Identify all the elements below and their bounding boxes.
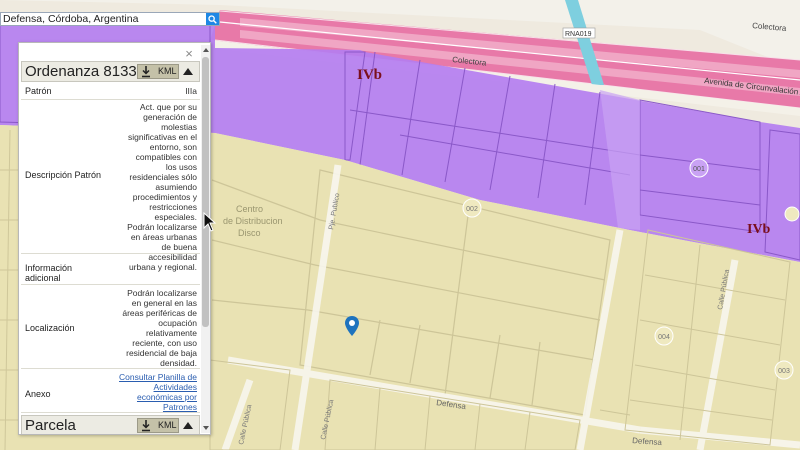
close-icon[interactable]: × [183, 47, 195, 60]
parcel-number-002: 002 [466, 206, 478, 213]
row-label-localizacion: Localización [25, 323, 75, 333]
parcel-number-001: 001 [693, 166, 705, 173]
section-header-parcela[interactable]: Parcela KML [21, 415, 200, 434]
parcel-name-line2: de Distribucion [223, 216, 283, 226]
anexo-link[interactable]: Consultar Planilla de Actividades económ… [115, 372, 197, 412]
row-localizacion: Localización Podrán localizarse en gener… [21, 285, 200, 369]
kml-download-button[interactable]: KML [137, 64, 179, 79]
parcel-number-004: 004 [658, 334, 670, 341]
search-icon [208, 14, 217, 24]
kml-download-button-parcela[interactable]: KML [137, 418, 179, 433]
row-descripcion-patron: Descripción Patrón Act. que por su gener… [21, 100, 200, 272]
row-label-anexo: Anexo [25, 389, 51, 399]
row-label-descripcion: Descripción Patrón [25, 170, 102, 180]
parcel-number-003: 003 [778, 368, 790, 375]
zone-label-ivb-2: IVb [747, 222, 771, 237]
row-patron: Patrón IIIa [21, 83, 200, 100]
search-button[interactable] [206, 13, 219, 25]
section-title-ordenanza: Ordenanza 8133 [25, 63, 137, 80]
search-input[interactable] [1, 13, 210, 25]
search-bar [0, 12, 220, 26]
row-anexo: Anexo Consultar Planilla de Actividades … [21, 369, 200, 413]
row-informacion-adicional: Información adicional [21, 254, 200, 285]
parcel-name-line1: Centro [236, 204, 263, 214]
row-label-patron: Patrón [25, 86, 52, 96]
row-label-informacion: Información adicional [25, 263, 73, 283]
section-header-ordenanza[interactable]: Ordenanza 8133 KML [21, 61, 200, 82]
download-icon [142, 66, 150, 78]
scroll-down-arrow-icon[interactable] [203, 426, 209, 430]
info-panel: × Ordenanza 8133 KML Patrón IIIa Descrip… [18, 42, 211, 435]
zone-label-ivb-1: IVb [357, 67, 382, 83]
row-value-descripcion: Act. que por su generación de molestias … [127, 102, 197, 272]
parcel-name-line3: Disco [238, 228, 261, 238]
location-pin-icon[interactable] [345, 316, 359, 336]
section-title-parcela: Parcela [25, 417, 76, 434]
download-icon [142, 420, 150, 432]
mouse-cursor-icon [203, 212, 217, 232]
row-value-localizacion: Podrán localizarse en general en las áre… [122, 288, 197, 368]
collapse-up-icon[interactable] [183, 68, 193, 75]
kml-label: KML [158, 66, 177, 76]
collapse-up-icon[interactable] [183, 422, 193, 429]
scroll-up-arrow-icon[interactable] [203, 48, 209, 52]
route-shield-rna019: RNA019 [565, 31, 592, 38]
row-value-patron: IIIa [185, 86, 197, 96]
panel-scrollbar[interactable] [201, 45, 210, 433]
scroll-thumb[interactable] [202, 57, 209, 327]
kml-label: KML [158, 420, 177, 430]
